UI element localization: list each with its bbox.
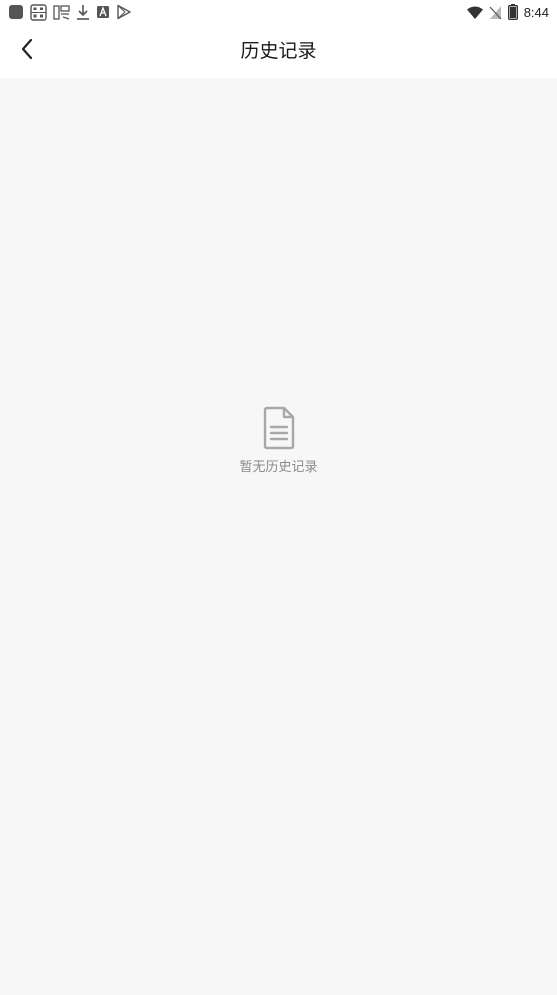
empty-state: 暂无历史记录 (0, 406, 557, 475)
battery-icon (507, 4, 518, 20)
wifi-icon (466, 6, 483, 19)
app-square-icon (8, 4, 24, 20)
app-header: 历史记录 (0, 24, 557, 78)
back-button[interactable] (10, 34, 44, 68)
chevron-left-icon (20, 38, 34, 64)
empty-message: 暂无历史记录 (239, 460, 318, 475)
play-store-icon (116, 4, 132, 20)
history-content: 暂无历史记录 (0, 78, 557, 995)
document-icon (259, 406, 299, 450)
status-bar-left (8, 3, 132, 21)
status-time: 8:44 (523, 4, 549, 20)
no-sim-icon (489, 5, 502, 20)
download-icon (76, 4, 90, 20)
status-bar-right: 8:44 (466, 3, 549, 21)
calendar-icon (30, 3, 47, 21)
status-bar: 8:44 (0, 0, 557, 24)
page-title: 历史记录 (240, 40, 317, 62)
a-badge-icon (96, 5, 110, 19)
weather-icon (53, 4, 70, 21)
